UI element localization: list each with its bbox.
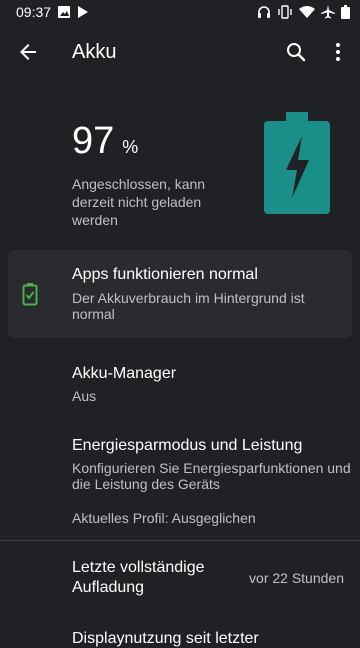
power-saving-description: Konfigurieren Sie Energiesparfunktionen …	[72, 460, 351, 492]
headset-icon	[257, 5, 271, 19]
battery-ok-icon	[22, 283, 38, 306]
battery-summary: 97 % Angeschlossen, kann derzeit nicht g…	[72, 120, 252, 229]
battery-manager-item[interactable]: Akku-Manager Aus	[72, 364, 352, 404]
power-saving-title: Energiesparmodus und Leistung	[72, 437, 303, 454]
last-full-charge-title: Letzte vollständige Aufladung	[72, 559, 205, 596]
page-title: Akku	[72, 41, 117, 63]
tip-title: Apps funktionieren normal	[72, 266, 258, 283]
divider	[0, 540, 360, 541]
airplane-icon	[321, 5, 335, 19]
charge-status: Angeschlossen, kann derzeit nicht gelade…	[72, 176, 206, 228]
battery-percent-sign: %	[122, 137, 139, 157]
image-icon	[57, 5, 71, 19]
arrow-back-icon[interactable]	[16, 40, 40, 64]
power-saving-profile: Aktuelles Profil: Ausgeglichen	[72, 510, 256, 526]
battery-manager-state: Aus	[72, 388, 97, 404]
status-time: 09:37	[16, 4, 52, 20]
tip-subtitle: Der Akkuverbrauch im Hintergrund ist nor…	[72, 290, 305, 322]
status-bar: 09:37	[0, 0, 360, 24]
more-vert-icon[interactable]	[326, 40, 350, 64]
wifi-icon	[299, 5, 315, 19]
battery-icon	[341, 5, 350, 19]
battery-charging-icon	[264, 112, 330, 214]
power-saving-item[interactable]: Energiesparmodus und Leistung Konfigurie…	[72, 436, 352, 526]
battery-percent: 97	[72, 120, 115, 162]
app-bar: Akku	[0, 24, 360, 80]
battery-tip-card[interactable]: Apps funktionieren normal Der Akkuverbra…	[8, 250, 352, 338]
play-store-icon	[77, 5, 89, 19]
last-full-charge-value: vor 22 Stunden	[249, 570, 344, 586]
search-icon[interactable]	[284, 40, 308, 64]
screen-usage-title: Displaynutzung seit letzter	[72, 630, 259, 647]
battery-manager-title: Akku-Manager	[72, 365, 177, 382]
vibrate-icon	[277, 5, 293, 19]
